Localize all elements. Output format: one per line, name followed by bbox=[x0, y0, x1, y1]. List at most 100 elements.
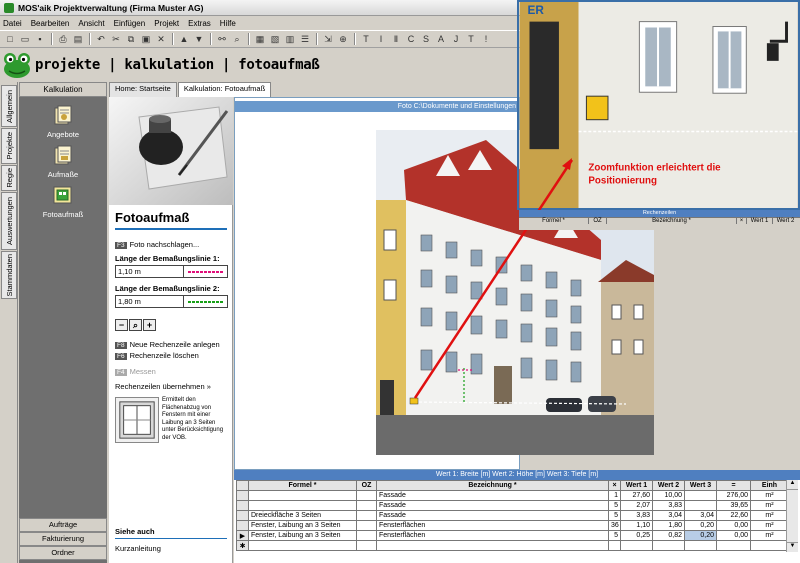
cell-formel[interactable] bbox=[248, 500, 357, 511]
table-row[interactable]: Dreieckfläche 3 Seiten Fassade 5 3,83 3,… bbox=[236, 510, 789, 521]
col-header-wert2[interactable]: Wert 2 bbox=[652, 480, 685, 491]
col-header-multiplier[interactable]: × bbox=[608, 480, 621, 491]
image-icon[interactable]: ▧ bbox=[268, 32, 282, 46]
cell-wert2[interactable]: 10,00 bbox=[652, 490, 685, 501]
cell-result[interactable]: 39,65 bbox=[716, 500, 751, 511]
table-row-active[interactable]: ▶ Fenster, Laibung an 3 Seiten Fensterfl… bbox=[236, 530, 789, 541]
grid-vertical-scrollbar[interactable]: ▲ ▼ bbox=[786, 480, 798, 552]
text-j-icon[interactable]: J bbox=[449, 32, 463, 46]
cell-multiplier[interactable]: 5 bbox=[608, 510, 621, 521]
cell-bezeichnung[interactable]: Fensterflächen bbox=[376, 530, 609, 541]
cell-einheit[interactable]: m² bbox=[750, 520, 789, 531]
text-excl-icon[interactable]: ! bbox=[479, 32, 493, 46]
cell-einheit[interactable]: m² bbox=[750, 510, 789, 521]
find-icon[interactable]: ⌕ bbox=[230, 32, 244, 46]
menu-bearbeiten[interactable]: Bearbeiten bbox=[31, 19, 70, 28]
cell-bezeichnung[interactable]: Fensterflächen bbox=[376, 520, 609, 531]
cell-result[interactable]: 276,00 bbox=[716, 490, 751, 501]
cell-bezeichnung[interactable]: Fassade bbox=[376, 490, 609, 501]
f8-new-row[interactable]: F8 Neue Rechenzeile anlegen bbox=[115, 340, 220, 349]
cell-wert3[interactable]: 0,20 bbox=[684, 520, 717, 531]
text-a-icon[interactable]: A bbox=[434, 32, 448, 46]
row-indicator[interactable] bbox=[236, 500, 249, 511]
menu-einfuegen[interactable]: Einfügen bbox=[114, 19, 146, 28]
menu-datei[interactable]: Datei bbox=[3, 19, 22, 28]
cell-bezeichnung[interactable]: Fassade bbox=[376, 510, 609, 521]
cell-oz[interactable] bbox=[356, 510, 377, 521]
row-indicator[interactable] bbox=[236, 490, 249, 501]
menu-extras[interactable]: Extras bbox=[188, 19, 211, 28]
scroll-down-icon[interactable]: ▼ bbox=[787, 542, 798, 552]
list-icon[interactable]: ☰ bbox=[298, 32, 312, 46]
line1-value[interactable]: 1,10 m bbox=[116, 266, 184, 277]
cell-oz[interactable] bbox=[356, 520, 377, 531]
row-indicator[interactable] bbox=[236, 510, 249, 521]
cell-result[interactable]: 0,00 bbox=[716, 530, 751, 541]
col-header-einheit[interactable]: Einh bbox=[750, 480, 789, 491]
scroll-up-icon[interactable]: ▲ bbox=[787, 480, 798, 490]
save-icon[interactable]: ▪ bbox=[33, 32, 47, 46]
vtab-regie[interactable]: Regie bbox=[1, 165, 17, 191]
cell-wert1[interactable]: 0,25 bbox=[620, 530, 653, 541]
cell-multiplier[interactable]: 5 bbox=[608, 500, 621, 511]
cell-formel[interactable]: Dreieckfläche 3 Seiten bbox=[248, 510, 357, 521]
tab-home[interactable]: Home: Startseite bbox=[109, 82, 177, 97]
cell-wert3-selected[interactable]: 0,20 bbox=[684, 530, 717, 541]
nav-item-angebote[interactable]: Angebote bbox=[19, 104, 107, 139]
menu-projekt[interactable]: Projekt bbox=[154, 19, 179, 28]
col-header-bezeichnung[interactable]: Bezeichnung * bbox=[376, 480, 609, 491]
cell-multiplier[interactable]: 5 bbox=[608, 530, 621, 541]
table-icon[interactable]: ▥ bbox=[283, 32, 297, 46]
cell-wert1[interactable]: 3,83 bbox=[620, 510, 653, 521]
cell-oz[interactable] bbox=[356, 530, 377, 541]
nav-item-aufmasse[interactable]: Aufmaße bbox=[19, 144, 107, 179]
text-t-icon[interactable]: T bbox=[359, 32, 373, 46]
magnify-icon[interactable]: ⊕ bbox=[336, 32, 350, 46]
line2-field[interactable]: 1,80 m bbox=[115, 295, 228, 308]
vtab-stammdaten[interactable]: Stammdaten bbox=[1, 251, 17, 299]
line1-color-swatch[interactable] bbox=[184, 266, 227, 277]
nav-header[interactable]: Kalkulation bbox=[19, 82, 107, 97]
cell-wert3[interactable]: 3,04 bbox=[684, 510, 717, 521]
col-header-result[interactable]: = bbox=[716, 480, 751, 491]
new-row-indicator[interactable]: ✱ bbox=[236, 540, 249, 551]
nav-footer-ordner[interactable]: Ordner bbox=[19, 546, 107, 560]
import-icon[interactable]: ⇲ bbox=[321, 32, 335, 46]
cell-result[interactable]: 22,60 bbox=[716, 510, 751, 521]
zoom-out-button[interactable]: − bbox=[115, 319, 128, 331]
f6-delete-row[interactable]: F6 Rechenzeile löschen bbox=[115, 351, 199, 360]
undo-icon[interactable]: ↶ bbox=[94, 32, 108, 46]
nav-item-fotoaufmass[interactable]: Fotoaufmaß bbox=[19, 184, 107, 219]
col-header-wert3[interactable]: Wert 3 bbox=[684, 480, 717, 491]
cell-bezeichnung[interactable]: Fassade bbox=[376, 500, 609, 511]
paste-icon[interactable]: ▣ bbox=[139, 32, 153, 46]
cell-wert2[interactable]: 1,80 bbox=[652, 520, 685, 531]
new-row[interactable]: ✱ bbox=[236, 540, 789, 551]
line2-value[interactable]: 1,80 m bbox=[116, 296, 184, 307]
cell-wert1[interactable]: 2,07 bbox=[620, 500, 653, 511]
cell-formel[interactable] bbox=[248, 490, 357, 501]
table-row[interactable]: Fassade 5 2,07 3,83 39,65 m² bbox=[236, 500, 789, 511]
zoom-fit-button[interactable]: ⌕ bbox=[129, 319, 142, 331]
print-preview-icon[interactable]: ▤ bbox=[71, 32, 85, 46]
print-icon[interactable]: ⎙ bbox=[56, 32, 70, 46]
cut-icon[interactable]: ✂ bbox=[109, 32, 123, 46]
row-indicator[interactable] bbox=[236, 520, 249, 531]
nav-footer-fakturierung[interactable]: Fakturierung bbox=[19, 532, 107, 546]
cell-einheit[interactable]: m² bbox=[750, 500, 789, 511]
vtab-allgemein[interactable]: Allgemein bbox=[1, 85, 17, 127]
current-row-indicator[interactable]: ▶ bbox=[236, 530, 249, 541]
cell-wert3[interactable] bbox=[684, 490, 717, 501]
cell-wert2[interactable]: 0,82 bbox=[652, 530, 685, 541]
line2-color-swatch[interactable] bbox=[184, 296, 227, 307]
new-icon[interactable]: □ bbox=[3, 32, 17, 46]
arrow-down-icon[interactable]: ▼ bbox=[192, 32, 206, 46]
cell-multiplier[interactable]: 36 bbox=[608, 520, 621, 531]
text-tt-icon[interactable]: T bbox=[464, 32, 478, 46]
text-ii-icon[interactable]: Ⅱ bbox=[389, 32, 403, 46]
arrow-up-icon[interactable]: ▲ bbox=[177, 32, 191, 46]
cell-wert1[interactable]: 27,60 bbox=[620, 490, 653, 501]
cell-formel[interactable]: Fenster, Laibung an 3 Seiten bbox=[248, 520, 357, 531]
f4-measure[interactable]: F4 Messen bbox=[115, 367, 156, 376]
cell-wert3[interactable] bbox=[684, 500, 717, 511]
